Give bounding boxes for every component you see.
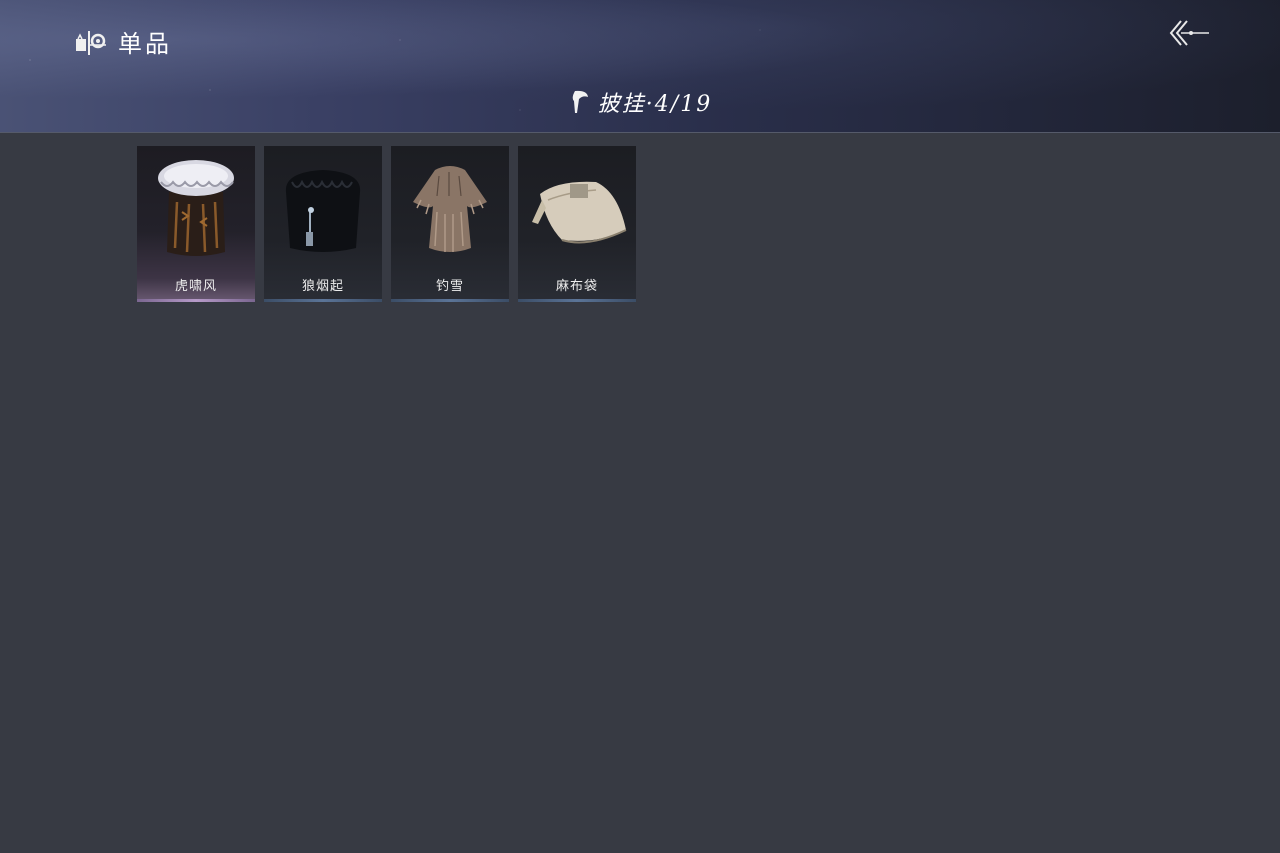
cloth-sack-icon [532,181,627,244]
wardrobe-icon [74,25,108,59]
top-header: 单品 披挂·4/19 [0,0,1280,133]
item-card[interactable]: 狼烟起 [264,146,382,302]
item-grid: 虎啸风 狼烟起 钓雪 麻布袋 [137,146,636,302]
section-title: 单品 [74,24,172,59]
item-name: 狼烟起 [301,279,344,294]
rarity-bar [518,299,636,302]
item-card[interactable]: 虎啸风 [137,146,255,302]
category-header: 披挂·4/19 [0,86,1280,118]
section-label: 单品 [118,30,172,58]
cape-icon [568,89,590,115]
straw-cape-icon [413,166,487,252]
rarity-bar [264,299,382,302]
item-card[interactable]: 钓雪 [391,146,509,302]
fur-cape-icon [158,160,234,256]
category-title: 披挂·4/19 [597,92,713,117]
black-fur-cape-icon [285,170,361,252]
item-name: 钓雪 [435,279,464,294]
item-name: 麻布袋 [555,279,598,294]
item-name: 虎啸风 [174,279,217,294]
back-arrow-icon [1167,18,1211,52]
rarity-bar [391,299,509,302]
back-button[interactable] [1166,18,1212,52]
item-card[interactable]: 麻布袋 [518,146,636,302]
rarity-bar [137,299,255,302]
